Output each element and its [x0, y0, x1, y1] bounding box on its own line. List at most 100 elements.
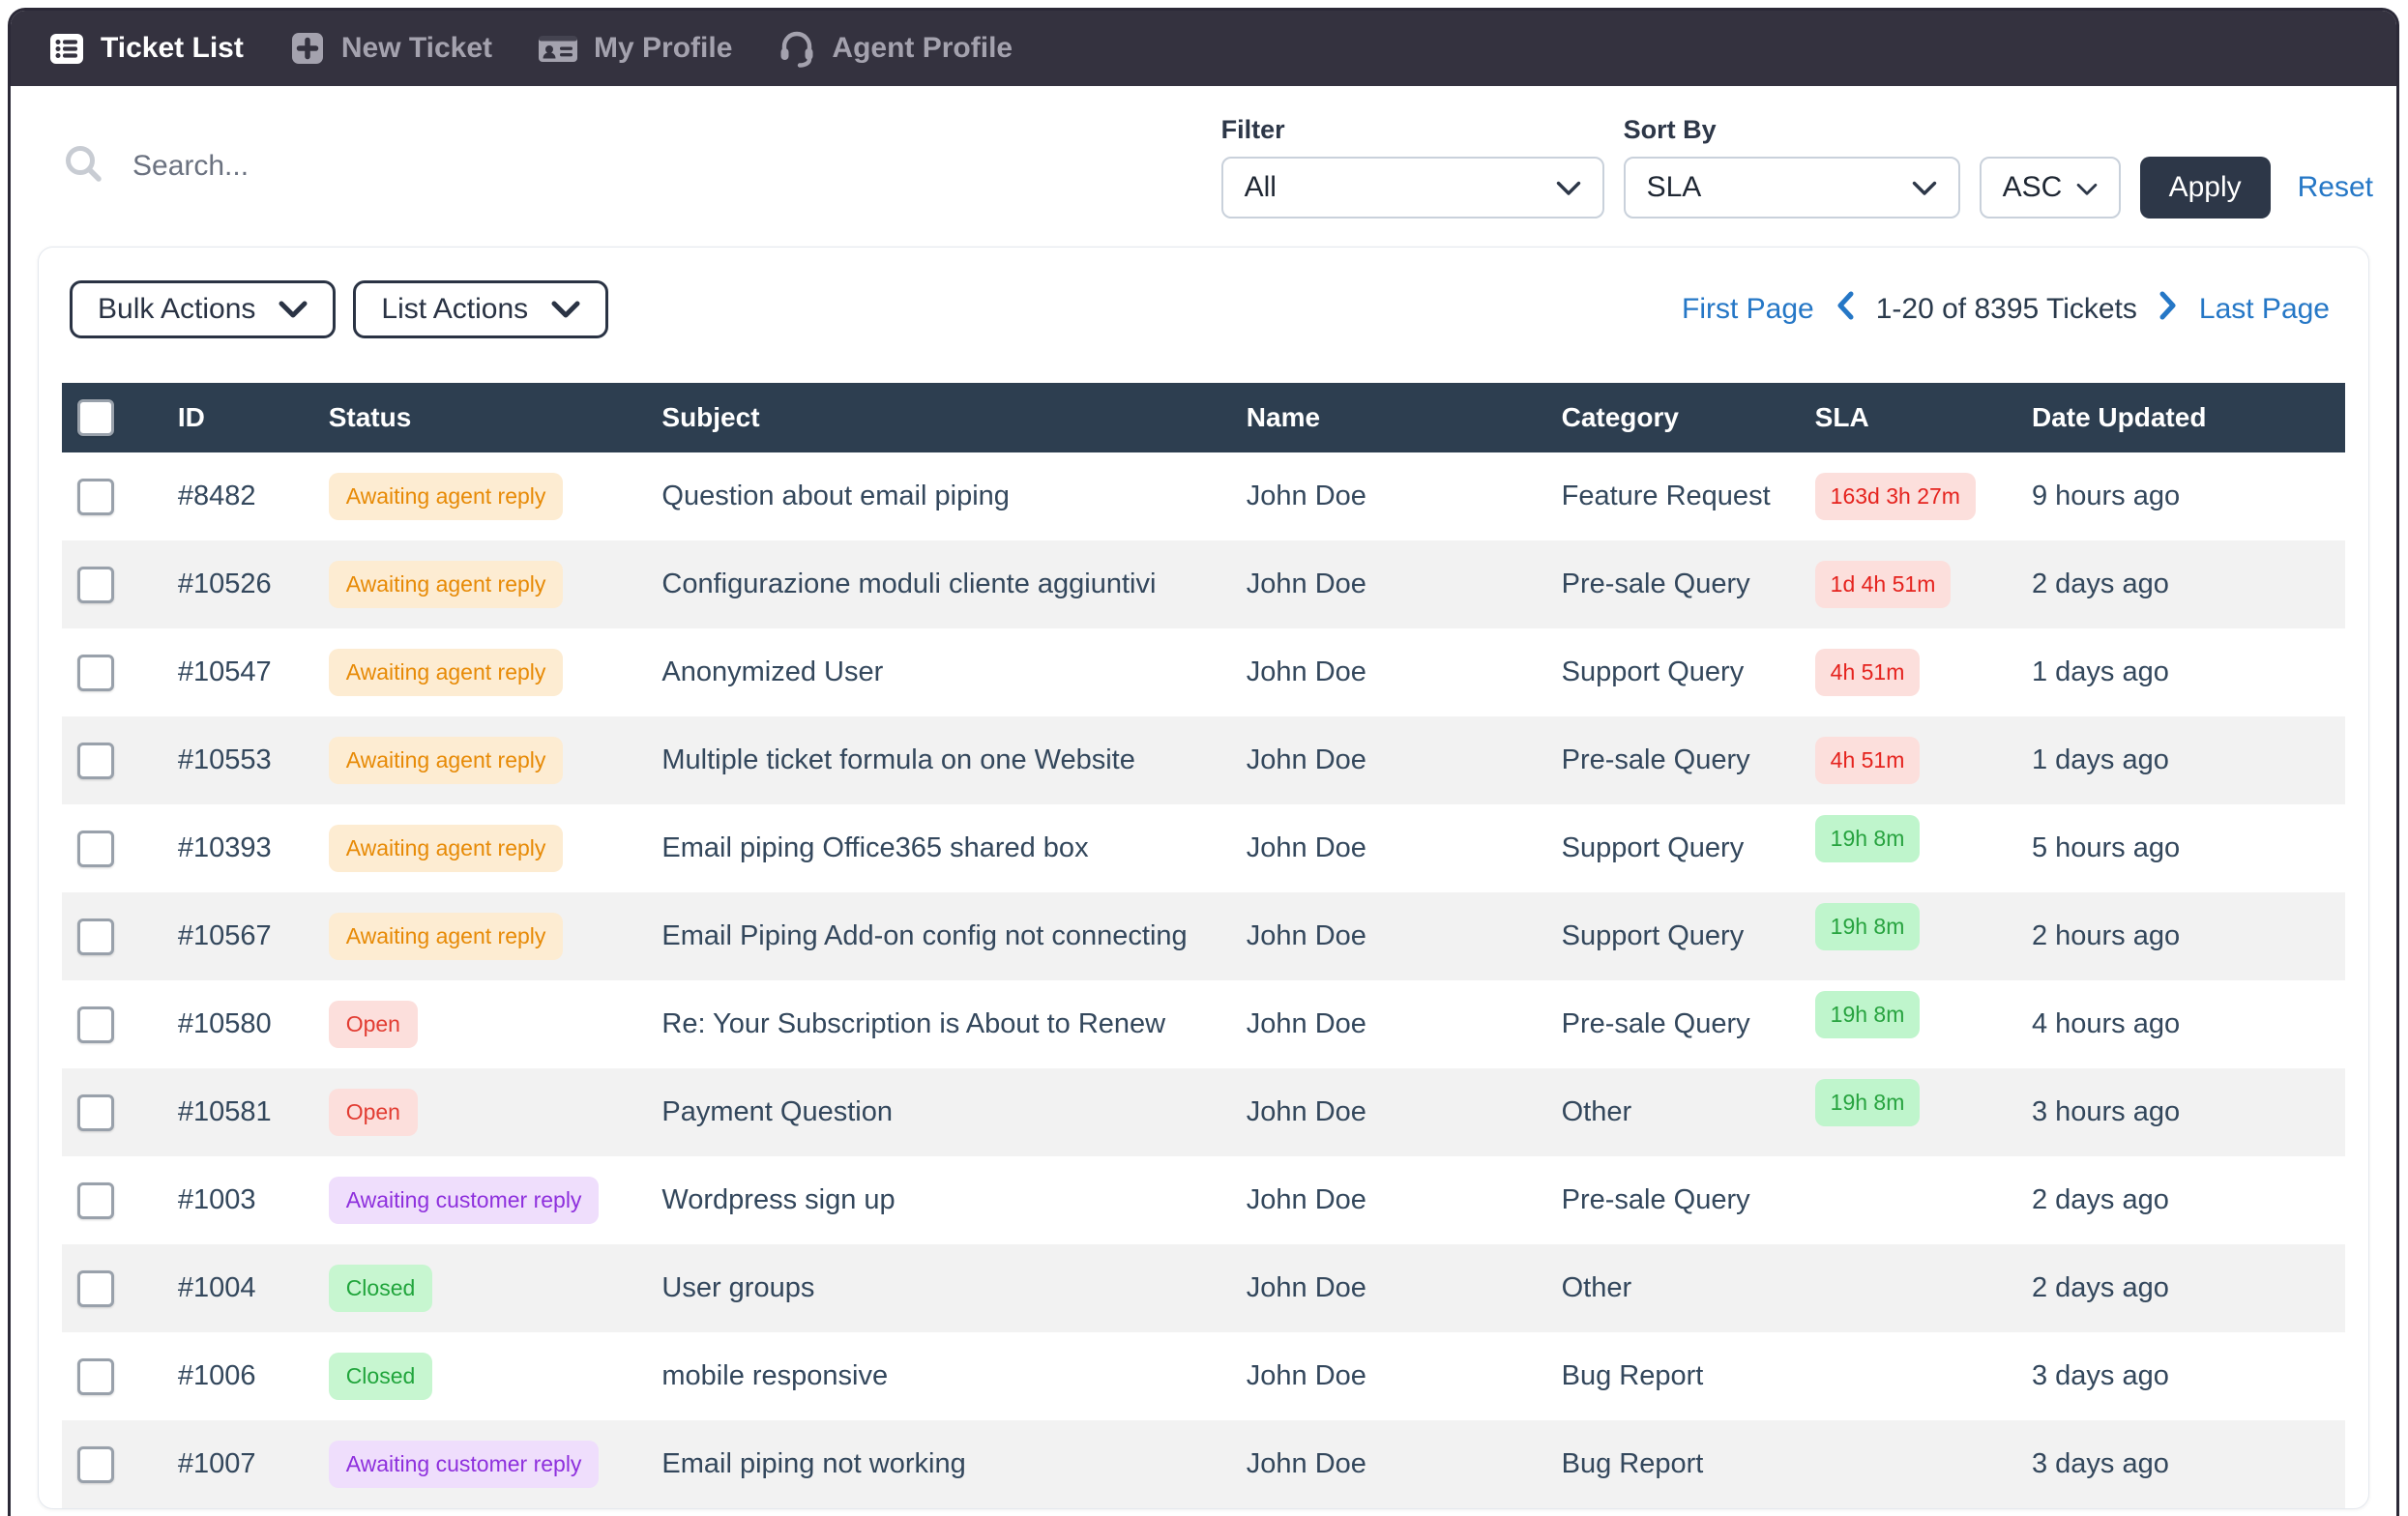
ticket-category: Pre-sale Query [1561, 568, 1750, 599]
status-badge: Awaiting agent reply [328, 913, 564, 960]
ticket-subject[interactable]: Anonymized User [646, 628, 1230, 716]
filter-label: Filter [1220, 114, 1285, 144]
ticket-sla-cell: 19h 8m [1800, 804, 2016, 892]
ticket-subject[interactable]: Email piping not working [646, 1420, 1230, 1508]
table-row[interactable]: #1007 Awaiting customer reply Email pipi… [62, 1420, 2345, 1508]
status-badge: Awaiting agent reply [328, 473, 564, 520]
nav-agent-profile[interactable]: Agent Profile [777, 28, 1013, 69]
apply-button[interactable]: Apply [2139, 156, 2271, 219]
ticket-name: John Doe [1246, 1008, 1366, 1039]
row-checkbox[interactable] [77, 1357, 114, 1395]
ticket-name: John Doe [1246, 1448, 1366, 1479]
ticket-subject[interactable]: Email Piping Add-on config not connectin… [646, 892, 1230, 980]
order-field: ASC [1979, 156, 2121, 219]
reset-link[interactable]: Reset [2298, 171, 2373, 204]
ticket-date-updated: 3 days ago [2031, 1360, 2169, 1391]
table-row[interactable]: #1004 Closed User groups John Doe Other … [62, 1244, 2345, 1332]
nav-label: My Profile [594, 32, 733, 64]
ticket-subject[interactable]: Re: Your Subscription is About to Renew [646, 980, 1230, 1068]
ticket-category: Bug Report [1561, 1448, 1704, 1479]
ticket-subject[interactable]: Payment Question [646, 1068, 1230, 1156]
ticket-sla-cell [1800, 1420, 2016, 1508]
sla-badge: 19h 8m [1814, 1079, 1921, 1126]
ticket-status-cell: Awaiting agent reply [313, 892, 647, 980]
ticket-date-updated: 2 hours ago [2031, 920, 2181, 951]
row-checkbox-cell [62, 540, 162, 628]
chevron-down-icon [279, 293, 308, 326]
chevron-down-icon [2076, 171, 2098, 204]
pagination-range: 1-20 of 8395 Tickets [1875, 293, 2137, 325]
row-checkbox[interactable] [77, 918, 114, 955]
row-checkbox-cell [62, 716, 162, 804]
ticket-subject[interactable]: mobile responsive [646, 1332, 1230, 1420]
sort-select[interactable]: SLA [1623, 156, 1960, 219]
ticket-name: John Doe [1246, 832, 1366, 863]
row-checkbox[interactable] [77, 478, 114, 515]
order-selected-value: ASC [2002, 170, 2063, 203]
status-badge: Awaiting agent reply [328, 649, 564, 696]
ticket-category: Pre-sale Query [1561, 1008, 1750, 1039]
table-row[interactable]: #10580 Open Re: Your Subscription is Abo… [62, 980, 2345, 1068]
ticket-name: John Doe [1246, 1272, 1366, 1303]
nav-new-ticket[interactable]: New Ticket [288, 29, 492, 68]
ticket-id: #10580 [177, 1008, 272, 1039]
ticket-subject[interactable]: Email piping Office365 shared box [646, 804, 1230, 892]
row-checkbox[interactable] [77, 1093, 114, 1131]
row-checkbox[interactable] [77, 566, 114, 603]
ticket-subject[interactable]: User groups [646, 1244, 1230, 1332]
search-input[interactable] [132, 150, 674, 183]
first-page-link[interactable]: First Page [1682, 293, 1814, 326]
ticket-name: John Doe [1246, 481, 1366, 511]
column-header-status: Status [312, 383, 647, 452]
table-row[interactable]: #10581 Open Payment Question John Doe Ot… [62, 1068, 2345, 1156]
table-row[interactable]: #8482 Awaiting agent reply Question abou… [62, 452, 2345, 540]
nav-my-profile[interactable]: My Profile [537, 29, 732, 68]
nav-ticket-list[interactable]: Ticket List [47, 29, 244, 68]
row-checkbox[interactable] [77, 1181, 114, 1219]
list-actions-label: List Actions [381, 293, 529, 325]
ticket-subject[interactable]: Configurazione moduli cliente aggiuntivi [646, 540, 1230, 628]
row-checkbox[interactable] [77, 742, 114, 779]
table-row[interactable]: #10553 Awaiting agent reply Multiple tic… [62, 716, 2345, 804]
last-page-link[interactable]: Last Page [2199, 293, 2330, 326]
table-row[interactable]: #10547 Awaiting agent reply Anonymized U… [62, 628, 2345, 716]
status-badge: Awaiting agent reply [328, 737, 564, 784]
column-header-sla: SLA [1799, 383, 2016, 452]
ticket-status-cell: Closed [313, 1244, 647, 1332]
table-row[interactable]: #10567 Awaiting agent reply Email Piping… [62, 892, 2345, 980]
ticket-subject[interactable]: Wordpress sign up [646, 1156, 1230, 1244]
ticket-status-cell: Open [313, 1068, 647, 1156]
table-row[interactable]: #1006 Closed mobile responsive John Doe … [62, 1332, 2345, 1420]
row-checkbox-cell [62, 892, 162, 980]
next-page-chevron-icon[interactable] [2158, 291, 2178, 328]
bulk-actions-button[interactable]: Bulk Actions [70, 280, 337, 338]
ticket-date-updated: 9 hours ago [2031, 481, 2181, 511]
table-row[interactable]: #10526 Awaiting agent reply Configurazio… [62, 540, 2345, 628]
filter-select[interactable]: All [1220, 156, 1604, 219]
row-checkbox[interactable] [77, 1445, 114, 1483]
row-checkbox[interactable] [77, 1269, 114, 1307]
navbar: Ticket List New Ticket My Profile Agent … [11, 11, 2396, 86]
ticket-status-cell: Awaiting agent reply [313, 628, 647, 716]
ticket-name: John Doe [1246, 1184, 1366, 1215]
row-checkbox[interactable] [77, 830, 114, 867]
prev-page-chevron-icon[interactable] [1835, 291, 1855, 328]
sla-badge: 19h 8m [1814, 903, 1921, 950]
filter-field: Filter All [1220, 114, 1604, 219]
ticket-status-cell: Awaiting agent reply [313, 452, 647, 540]
table-row[interactable]: #1003 Awaiting customer reply Wordpress … [62, 1156, 2345, 1244]
order-select[interactable]: ASC [1979, 156, 2121, 219]
list-actions-button[interactable]: List Actions [353, 280, 609, 338]
row-checkbox[interactable] [77, 654, 114, 691]
ticket-status-cell: Awaiting agent reply [313, 716, 647, 804]
ticket-subject[interactable]: Multiple ticket formula on one Website [646, 716, 1230, 804]
chevron-down-icon [1556, 171, 1581, 204]
sort-field: Sort By SLA [1623, 115, 1960, 219]
ticket-category: Other [1561, 1096, 1632, 1127]
select-all-checkbox[interactable] [77, 399, 114, 436]
ticket-category: Other [1561, 1272, 1632, 1303]
ticket-subject[interactable]: Question about email piping [646, 452, 1230, 540]
table-row[interactable]: #10393 Awaiting agent reply Email piping… [62, 804, 2345, 892]
ticket-sla-cell [1800, 1332, 2016, 1420]
row-checkbox[interactable] [77, 1006, 114, 1043]
